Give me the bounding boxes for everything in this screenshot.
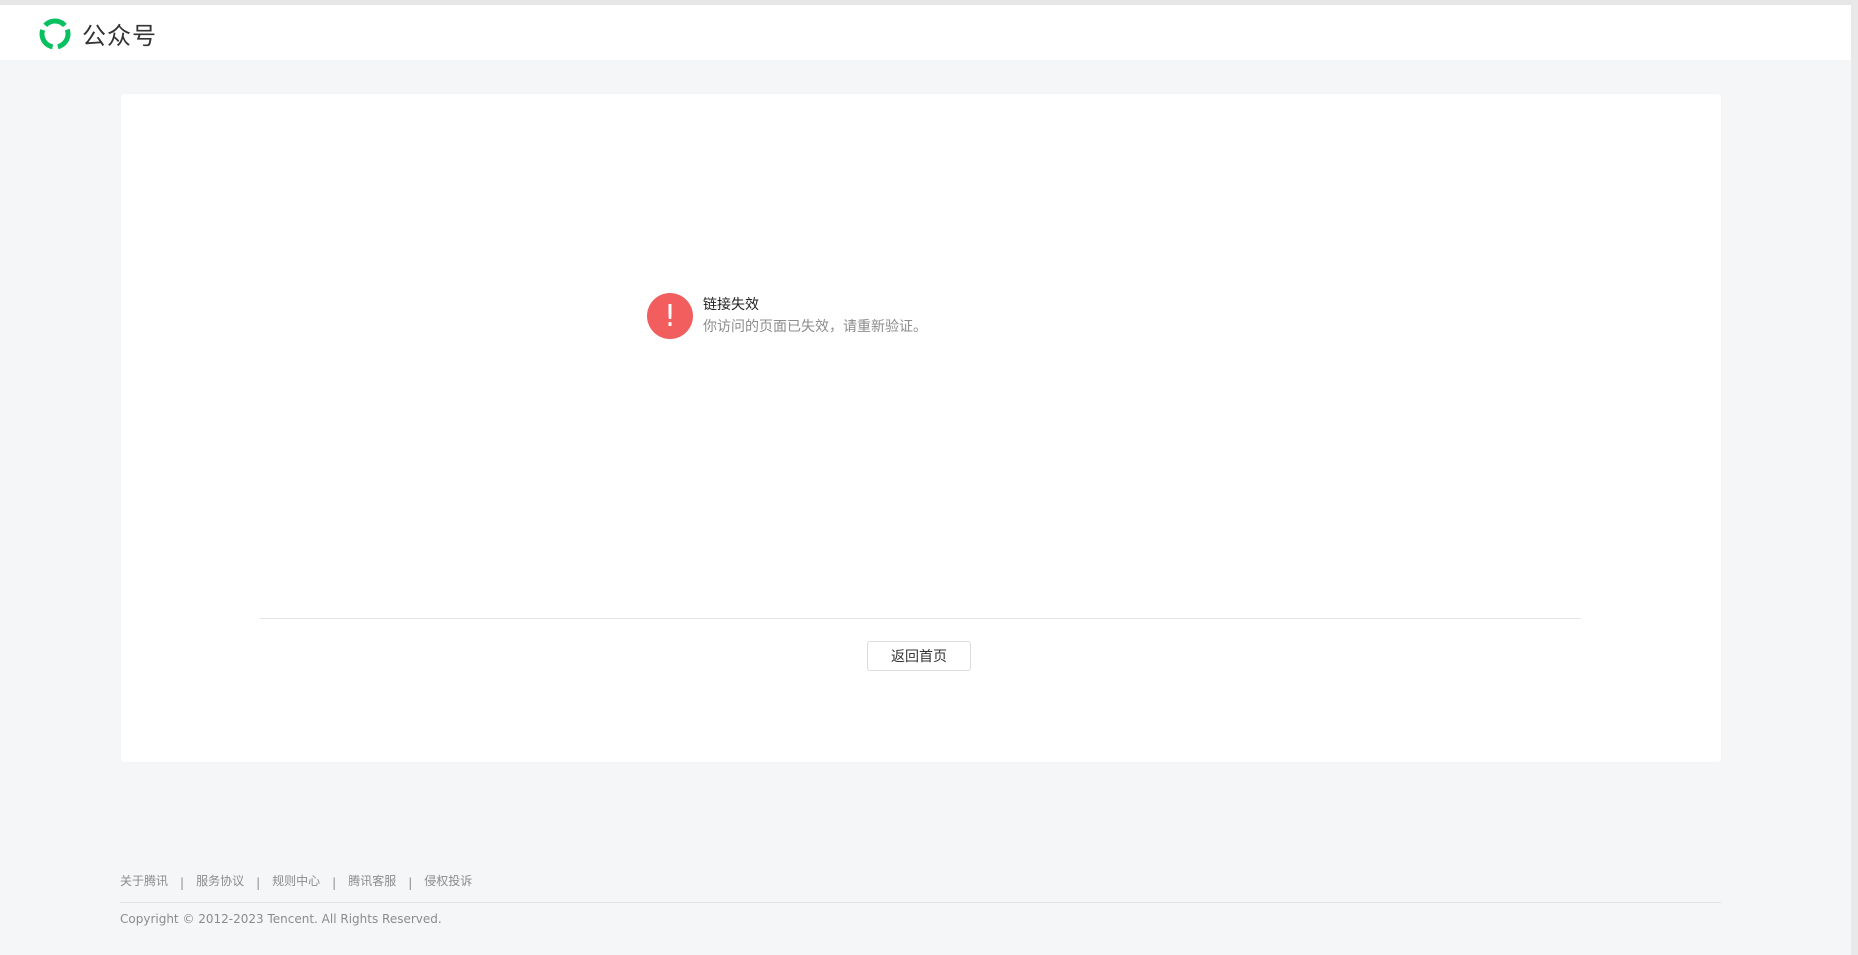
error-message: ! 链接失效 你访问的页面已失效，请重新验证。	[647, 293, 927, 339]
footer-separator: |	[332, 875, 337, 890]
scrollbar-track[interactable]	[1851, 0, 1858, 955]
footer-separator: |	[180, 875, 185, 890]
footer-link-rules-center[interactable]: 规则中心	[272, 872, 320, 889]
footer-divider	[120, 902, 1721, 903]
copyright-text: Copyright © 2012-2023 Tencent. All Right…	[120, 912, 442, 926]
brand-logo[interactable]: 公众号	[38, 16, 157, 51]
message-title: 链接失效	[703, 297, 759, 313]
main-card: ! 链接失效 你访问的页面已失效，请重新验证。 返回首页	[121, 94, 1721, 762]
message-text: 链接失效 你访问的页面已失效，请重新验证。	[703, 294, 927, 338]
exclamation-icon: !	[647, 293, 693, 339]
message-description: 你访问的页面已失效，请重新验证。	[703, 319, 927, 335]
footer-links: 关于腾讯 | 服务协议 | 规则中心 | 腾讯客服 | 侵权投诉	[120, 872, 472, 890]
footer-link-customer-service[interactable]: 腾讯客服	[348, 872, 396, 889]
wechat-official-account-logo-icon	[39, 18, 71, 49]
footer-link-service-agreement[interactable]: 服务协议	[196, 872, 244, 889]
top-header: 公众号	[0, 5, 1851, 60]
back-to-home-button[interactable]: 返回首页	[867, 641, 971, 671]
footer-separator: |	[408, 875, 413, 890]
footer-separator: |	[256, 875, 261, 890]
logo-text: 公众号	[82, 22, 157, 50]
footer-link-infringement-report[interactable]: 侵权投诉	[424, 872, 472, 889]
footer-link-about-tencent[interactable]: 关于腾讯	[120, 872, 168, 889]
card-divider	[260, 618, 1581, 619]
